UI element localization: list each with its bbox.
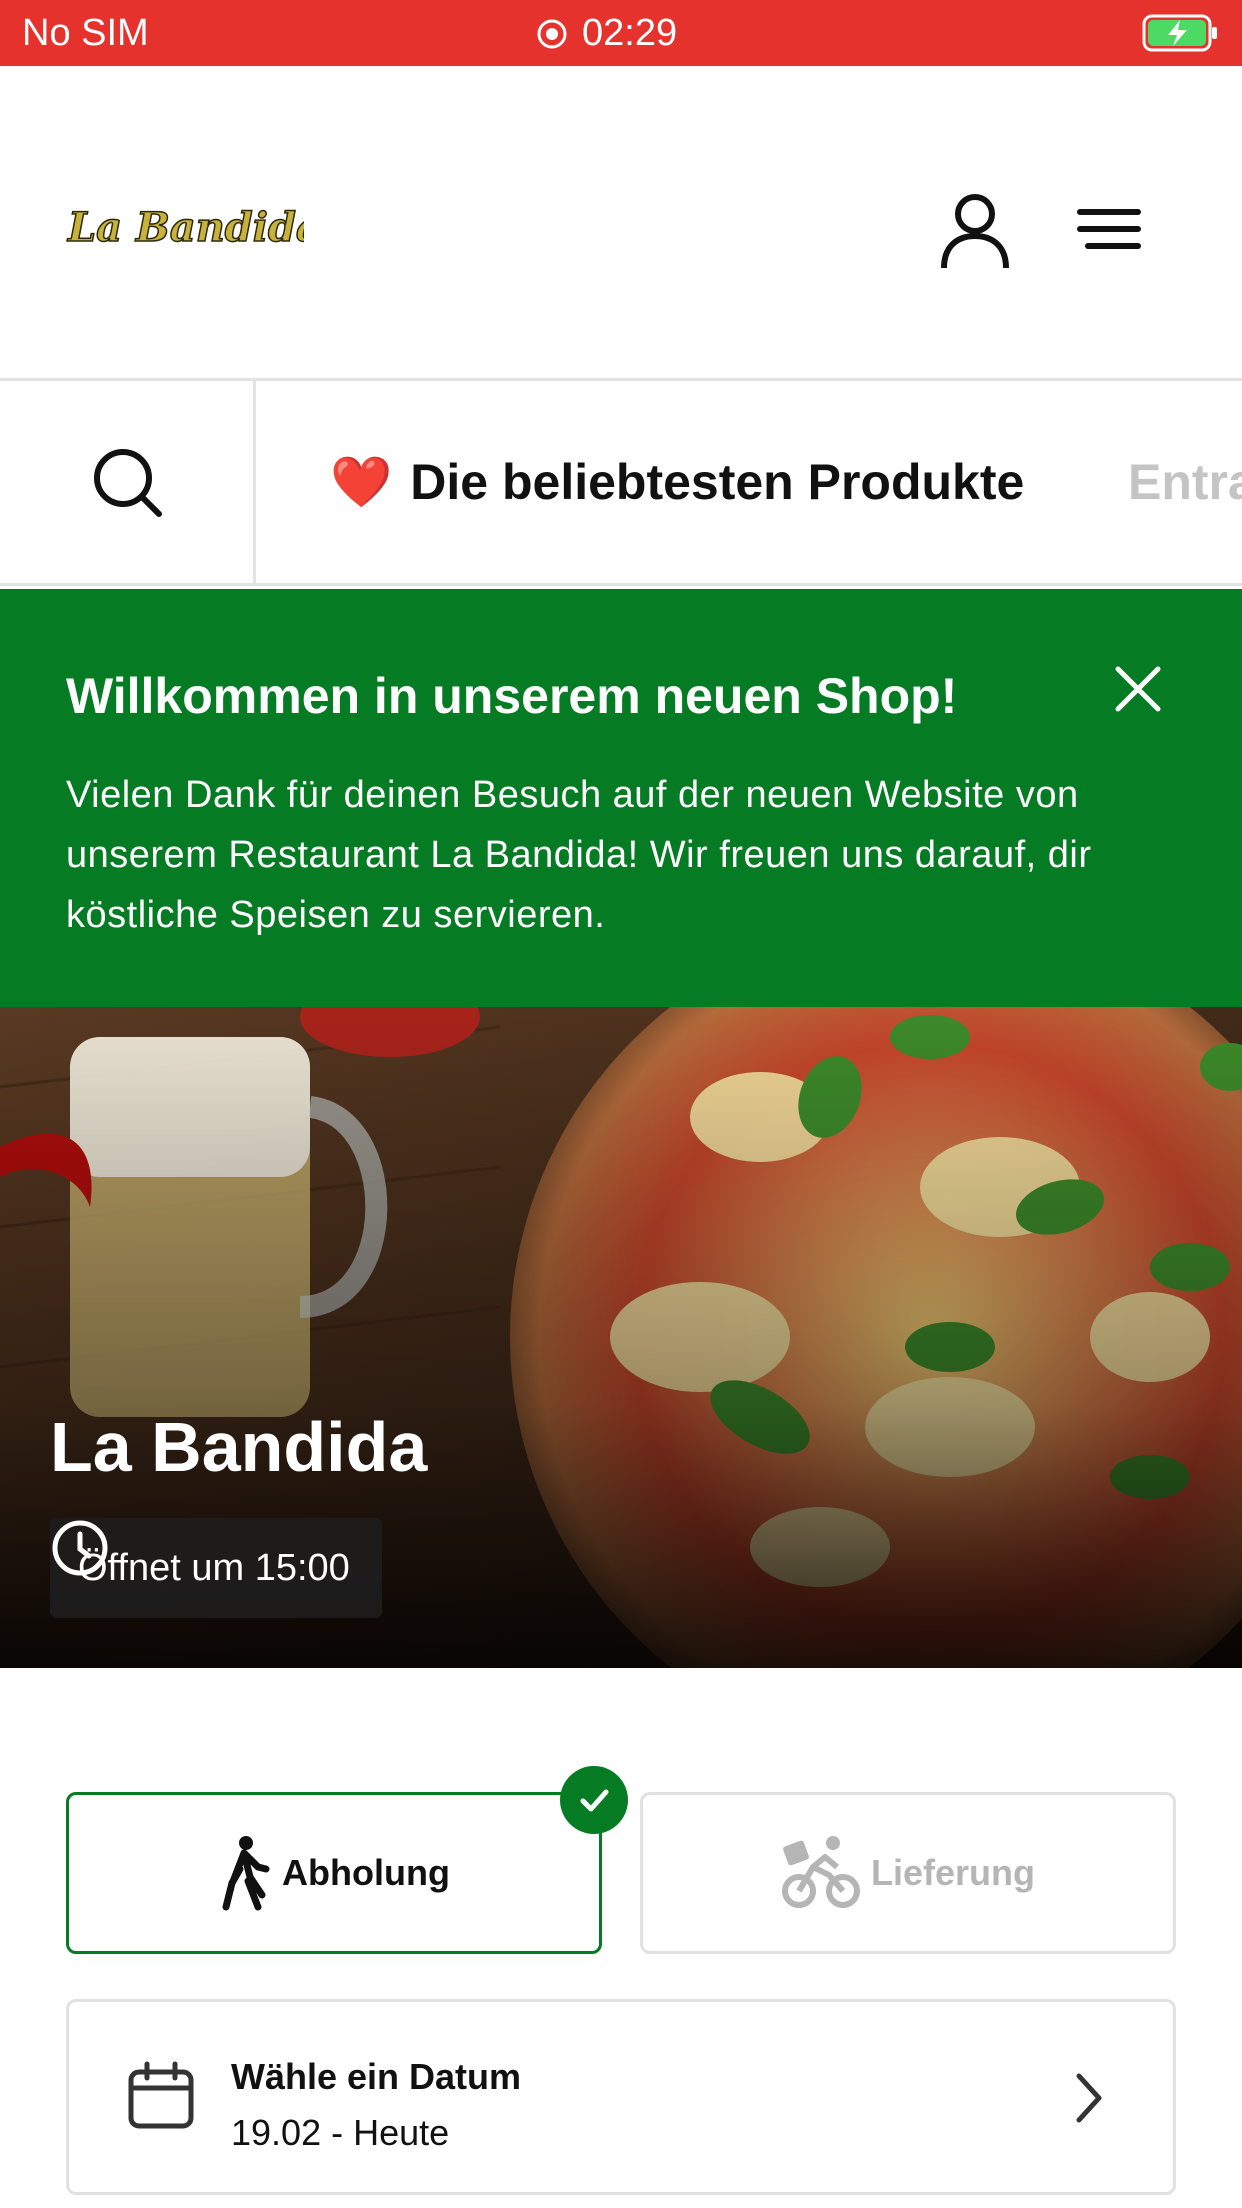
chevron-right-icon (1076, 2073, 1102, 2123)
recording-icon (537, 19, 567, 48)
walking-person-icon (222, 1836, 270, 1911)
banner-title: Willkommen in unserem neuen Shop! (66, 668, 958, 724)
opening-hours-badge: Öffnet um 15:00 (50, 1518, 382, 1618)
calendar-icon (128, 2061, 194, 2129)
status-time: 02:29 (582, 12, 678, 54)
category-label: Die beliebtesten Produkte (410, 454, 1025, 510)
search-icon (93, 449, 162, 517)
delivery-label: Lieferung (870, 1852, 1035, 1893)
category-label: Entra (1128, 454, 1242, 510)
restaurant-logo[interactable]: La Bandida (64, 186, 304, 266)
delivery-option-button[interactable]: Lieferung (640, 1792, 1176, 1954)
date-picker-row[interactable]: Wähle ein Datum 19.02 - Heute (66, 1999, 1176, 2195)
status-bar: No SIM 02:29 (0, 0, 1242, 66)
logo-text: La Bandida (67, 204, 304, 251)
clock-icon (52, 1520, 108, 1576)
date-picker-value: 19.02 - Heute (231, 2112, 450, 2153)
pickup-label: Abholung (282, 1852, 450, 1893)
carrier-label: No SIM (22, 12, 149, 54)
category-tab-popular[interactable]: ❤️ Die beliebtesten Produkte (330, 381, 1024, 583)
battery-charging-icon (1142, 14, 1217, 52)
status-clock: 02:29 (536, 12, 677, 55)
banner-text: Vielen Dank für deinen Besuch auf der ne… (66, 774, 1092, 936)
category-nav: ❤️ Die beliebtesten Produkte Entra (0, 378, 1242, 586)
welcome-banner: Willkommen in unserem neuen Shop! Vielen… (0, 589, 1242, 1007)
restaurant-name: La Bandida (50, 1408, 428, 1486)
category-tab-starters[interactable]: Entra (1128, 381, 1242, 583)
close-icon[interactable] (1108, 659, 1168, 719)
search-button[interactable] (0, 381, 256, 583)
checkmark-icon (580, 1789, 609, 1812)
user-account-icon[interactable] (930, 184, 1020, 274)
bicycle-delivery-icon (781, 1836, 860, 1908)
heart-icon: ❤️ (330, 453, 393, 510)
selected-check-badge (560, 1766, 628, 1834)
pickup-option-button[interactable]: Abholung (66, 1792, 602, 1954)
date-picker-title: Wähle ein Datum (231, 2056, 522, 2097)
hamburger-menu-icon[interactable] (1064, 184, 1154, 274)
hero-banner: La Bandida Öffnet um 15:00 (0, 1007, 1242, 1668)
site-header: La Bandida (0, 66, 1242, 378)
opening-status: Öffnet um 15:00 (78, 1546, 350, 1589)
